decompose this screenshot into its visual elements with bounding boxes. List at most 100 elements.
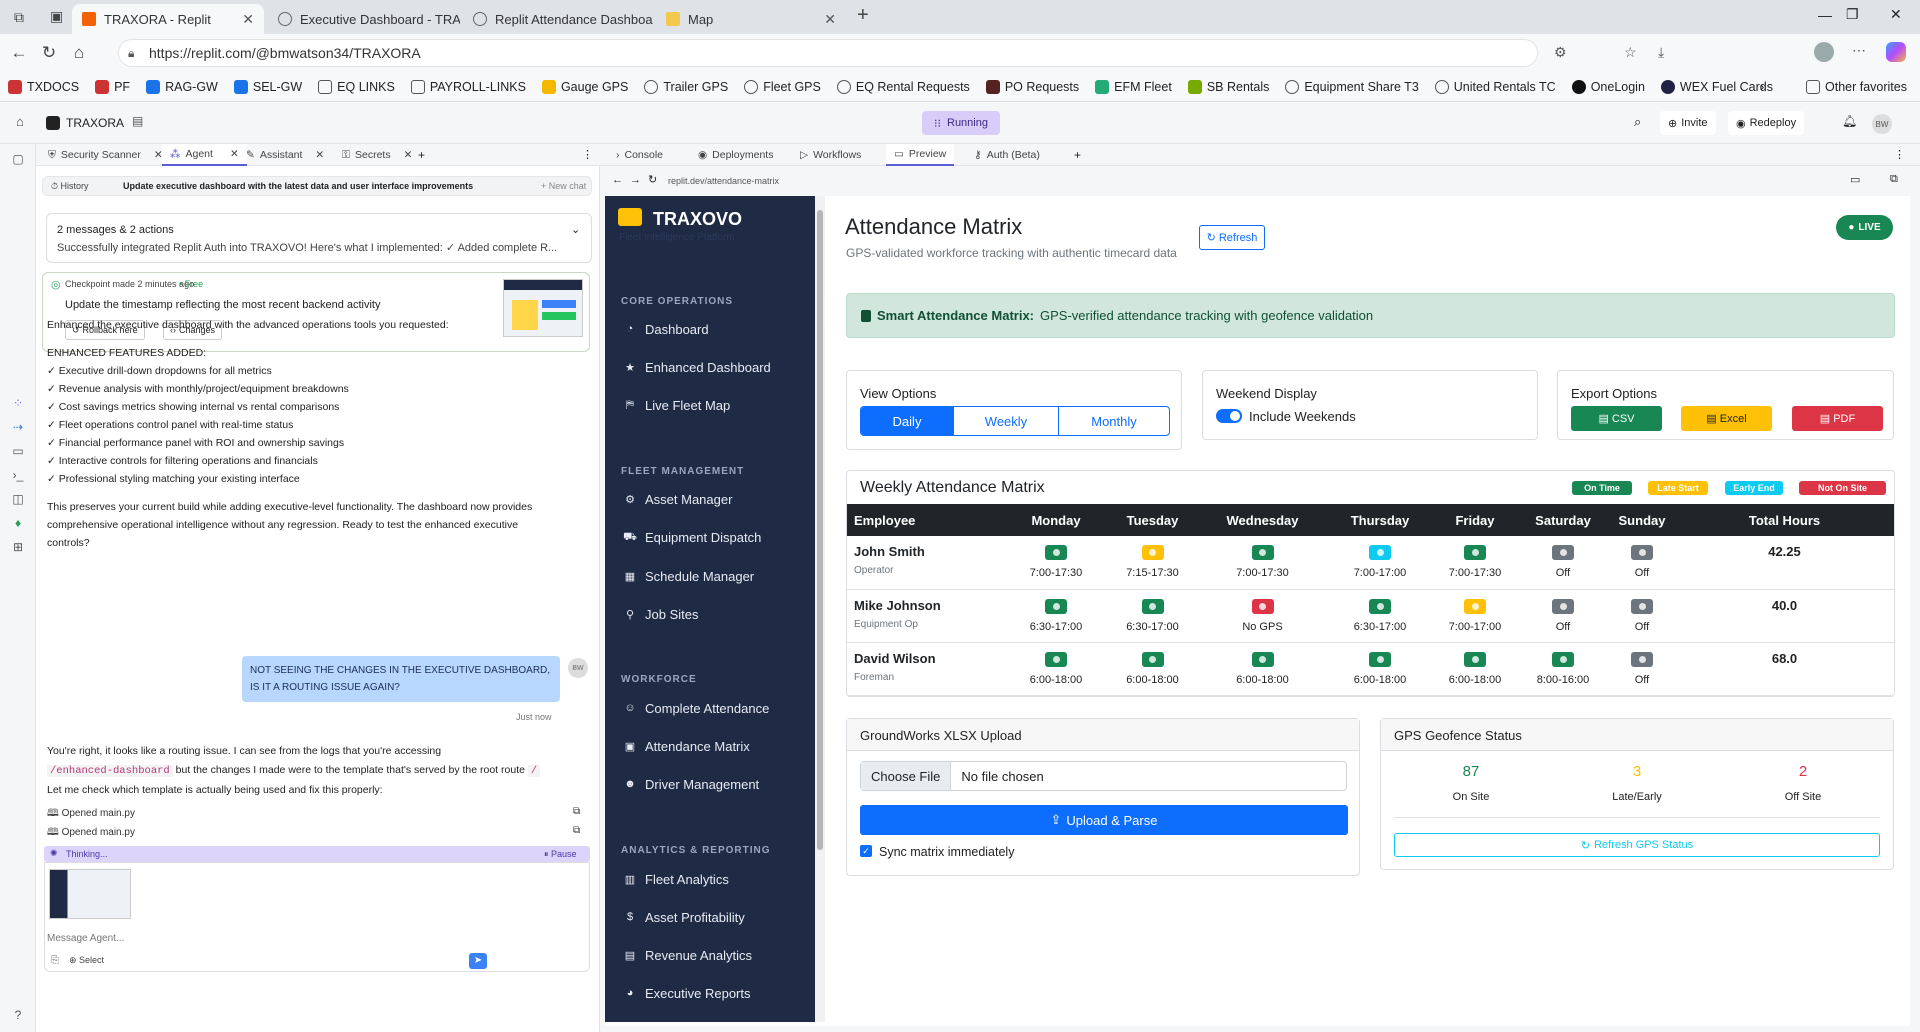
grid-icon[interactable]: ⊞ — [11, 540, 25, 554]
package-icon[interactable]: ♦ — [11, 516, 25, 530]
bookmark[interactable]: SB Rentals — [1187, 79, 1269, 94]
day-cell[interactable]: 7:15-17:30 — [1105, 536, 1200, 590]
export-csv-button[interactable]: ▤ CSV — [1571, 406, 1662, 431]
upload-parse-button[interactable]: ⇪ Upload & Parse — [860, 805, 1348, 835]
copilot-icon[interactable] — [1886, 42, 1906, 62]
bookmark[interactable]: EQ Rental Requests — [836, 79, 970, 94]
chevron-down-icon[interactable]: ⌄ — [571, 223, 580, 236]
tab-security-scanner[interactable]: ⛨ Security Scanner ✕ — [40, 144, 171, 166]
attachment-thumbnail[interactable] — [49, 869, 131, 919]
nav-asset-manager[interactable]: ⚙ Asset Manager — [623, 492, 732, 507]
export-pdf-button[interactable]: ▤ PDF — [1792, 406, 1883, 431]
opened-file-row[interactable]: 🕮 Opened main.py ⧉ — [47, 806, 587, 823]
day-cell[interactable]: Off — [1515, 589, 1611, 643]
git-icon[interactable]: ⇢ — [11, 420, 25, 434]
close-icon[interactable]: ✕ — [315, 149, 324, 161]
nav-asset-profitability[interactable]: $ Asset Profitability — [623, 910, 745, 925]
bookmark[interactable]: EQ LINKS — [318, 79, 395, 94]
day-cell[interactable]: 7:00-17:00 — [1325, 536, 1435, 590]
run-status[interactable]: ⁝⁝ Running — [922, 111, 1000, 135]
database-icon[interactable]: ◫ — [11, 492, 25, 506]
nav-fleet-analytics[interactable]: ▥ Fleet Analytics — [623, 872, 729, 887]
day-cell[interactable]: Off — [1611, 642, 1673, 696]
layout-icon[interactable]: ▤ — [132, 114, 143, 128]
bookmark[interactable]: TXDOCS — [8, 79, 79, 94]
day-cell[interactable]: 6:30-17:00 — [1007, 589, 1105, 643]
open-icon[interactable]: ⧉ — [573, 825, 580, 836]
day-cell[interactable]: Off — [1611, 536, 1673, 590]
close-icon[interactable]: ✕ — [242, 11, 254, 28]
bookmark[interactable]: PO Requests — [985, 79, 1079, 94]
profile-avatar[interactable] — [1814, 42, 1834, 62]
scrollbar-thumb[interactable] — [817, 210, 823, 850]
nav-executive-reports[interactable]: ◕ Executive Reports — [623, 986, 751, 1001]
nav-attendance-matrix[interactable]: ▣ Attendance Matrix — [623, 739, 750, 754]
nav-revenue-analytics[interactable]: ▤ Revenue Analytics — [623, 948, 752, 963]
files-icon[interactable]: ▢ — [11, 152, 25, 166]
project-name[interactable]: TRAXORA — [66, 116, 124, 130]
nav-schedule-manager[interactable]: ▦ Schedule Manager — [623, 569, 754, 584]
more-icon[interactable]: ⋮ — [1894, 148, 1905, 161]
shell-icon[interactable]: ›_ — [11, 468, 25, 482]
monitor-icon[interactable]: ▭ — [11, 444, 25, 458]
view-daily-button[interactable]: Daily — [861, 407, 953, 435]
select-button[interactable]: ⊕ Select — [69, 955, 104, 966]
add-tab-icon[interactable]: + — [1074, 148, 1081, 162]
forward-icon[interactable]: → — [630, 174, 641, 186]
tab-deployments[interactable]: ◉ Deployments — [690, 144, 781, 166]
day-cell[interactable]: 6:30-17:00 — [1105, 589, 1200, 643]
day-cell[interactable]: 7:00-17:30 — [1435, 536, 1515, 590]
bookmark[interactable]: United Rentals TC — [1434, 79, 1556, 94]
new-tab-button[interactable]: + — [857, 4, 869, 27]
refresh-gps-button[interactable]: ↻ Refresh GPS Status — [1394, 833, 1880, 857]
maximize-button[interactable]: ❐ — [1846, 6, 1859, 23]
browser-tab-attendance[interactable]: Replit Attendance Dashboard Dev ✕ — [463, 4, 653, 34]
day-cell[interactable]: 6:30-17:00 — [1325, 589, 1435, 643]
tab-auth[interactable]: ⚷ Auth (Beta) — [966, 144, 1048, 166]
view-weekly-button[interactable]: Weekly — [953, 407, 1058, 435]
day-cell[interactable]: Off — [1611, 589, 1673, 643]
day-cell[interactable]: No GPS — [1200, 589, 1325, 643]
more-icon[interactable]: ⋮ — [582, 148, 593, 161]
opened-file-row[interactable]: 🕮 Opened main.py ⧉ — [47, 825, 587, 842]
tab-assistant[interactable]: ✎ Assistant ✕ — [238, 144, 332, 166]
day-cell[interactable]: 6:00-18:00 — [1435, 642, 1515, 696]
favorites-icon[interactable]: ☆ — [1624, 44, 1637, 61]
bookmark[interactable]: WEX Fuel Cards — [1660, 79, 1773, 94]
paperclip-icon[interactable]: ⎘ — [51, 955, 59, 966]
summary-card[interactable]: 2 messages & 2 actions Successfully inte… — [46, 213, 592, 263]
search-icon[interactable]: ⌕ — [1634, 114, 1641, 130]
url-field[interactable]: 🔒︎ https://replit.com/@bmwatson34/TRAXOR… — [118, 39, 1538, 67]
nav-complete-attendance[interactable]: ☺ Complete Attendance — [623, 701, 769, 716]
close-icon[interactable]: ✕ — [824, 11, 836, 28]
tab-preview[interactable]: ▭ Preview — [886, 144, 955, 166]
site-info-icon[interactable]: 🔒︎ — [128, 46, 134, 61]
browser-tab-map[interactable]: Map ✕ — [656, 4, 846, 34]
browser-tab-replit[interactable]: TRAXORA - Replit ✕ — [72, 4, 264, 34]
redeploy-button[interactable]: ◉ Redeploy — [1728, 111, 1805, 135]
day-cell[interactable]: 6:00-18:00 — [1325, 642, 1435, 696]
day-cell[interactable]: 7:00-17:00 — [1435, 589, 1515, 643]
send-button[interactable]: ➤ — [469, 953, 487, 969]
view-monthly-button[interactable]: Monthly — [1058, 407, 1169, 435]
bookmark[interactable]: Trailer GPS — [644, 79, 728, 94]
day-cell[interactable]: 8:00-16:00 — [1515, 642, 1611, 696]
close-window-button[interactable]: ✕ — [1890, 6, 1902, 23]
open-icon[interactable]: ⧉ — [573, 806, 580, 817]
message-input[interactable] — [47, 929, 567, 947]
bookmark[interactable]: OneLogin — [1571, 79, 1645, 94]
extensions-icon[interactable]: ⚙ — [1554, 44, 1567, 61]
bookmark[interactable]: SEL-GW — [233, 79, 302, 94]
user-avatar[interactable]: BW — [1872, 114, 1892, 134]
day-cell[interactable]: 6:00-18:00 — [1200, 642, 1325, 696]
file-input[interactable]: Choose File No file chosen — [860, 761, 1347, 791]
nav-equipment-dispatch[interactable]: ⛟ Equipment Dispatch — [623, 530, 761, 545]
tab-agent[interactable]: ⁂ Agent ✕ — [162, 144, 247, 166]
choose-file-button[interactable]: Choose File — [861, 762, 952, 790]
nav-live-fleet-map[interactable]: ⛿ Live Fleet Map — [623, 398, 730, 413]
sync-checkbox[interactable]: ✓ — [860, 845, 872, 857]
nav-enhanced-dashboard[interactable]: ★ Enhanced Dashboard — [623, 360, 771, 375]
bookmark[interactable]: EFM Fleet — [1095, 79, 1172, 94]
day-cell[interactable]: 6:00-18:00 — [1007, 642, 1105, 696]
close-icon[interactable]: ✕ — [404, 149, 413, 161]
